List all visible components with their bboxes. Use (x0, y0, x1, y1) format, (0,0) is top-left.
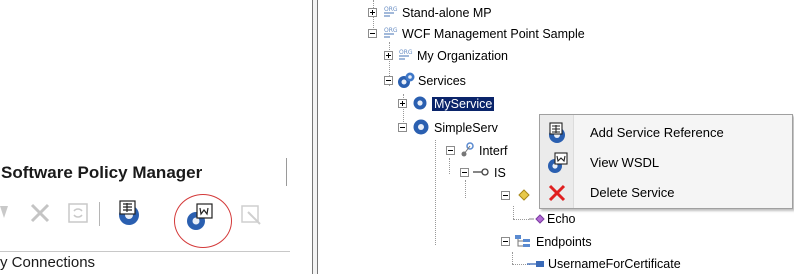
toolbar (0, 190, 300, 240)
tree-node-label[interactable]: Stand-alone MP (402, 6, 492, 20)
tree-node-label[interactable]: Interf (479, 144, 508, 158)
endpoints-icon (514, 233, 532, 252)
collapse-icon[interactable] (398, 123, 407, 132)
panel-divider[interactable] (312, 0, 318, 274)
interface-icon (460, 142, 476, 161)
tree-node-label[interactable]: SimpleServ (434, 121, 498, 135)
disabled-tool-icon[interactable] (236, 200, 266, 230)
view-wsdl-icon (546, 152, 568, 173)
tree-node-label[interactable]: Endpoints (536, 235, 592, 249)
collapse-icon[interactable] (368, 29, 377, 38)
echo-operation-icon (528, 211, 546, 230)
svg-text:ORG: ORG (384, 6, 398, 13)
org-icon: ORG (382, 4, 398, 23)
expand-icon[interactable] (368, 8, 377, 17)
delete-x-icon (546, 182, 566, 202)
toolbar-separator (99, 202, 100, 226)
endpoint-icon (526, 257, 546, 274)
tree-node-label[interactable]: UsernameForCertificate (548, 257, 681, 271)
expand-icon[interactable] (398, 99, 407, 108)
tree-line (435, 140, 436, 245)
expand-icon[interactable] (384, 51, 393, 60)
interface-node-icon (472, 165, 490, 182)
menu-item-label: Delete Service (590, 184, 675, 200)
collapse-icon[interactable] (501, 191, 510, 200)
menu-item-add-service-reference[interactable]: Add Service Reference (540, 117, 792, 147)
context-menu: Add Service Reference View WSDL Delete S… (539, 114, 793, 209)
tree-line (513, 206, 514, 219)
highlight-ellipse (174, 194, 232, 248)
svg-text:ORG: ORG (384, 27, 398, 34)
connections-label: y Connections (0, 254, 96, 271)
menu-item-delete-service[interactable]: Delete Service (540, 177, 792, 207)
org-icon: ORG (397, 47, 413, 66)
add-service-reference-icon[interactable] (112, 196, 146, 230)
tree-node-label[interactable]: Echo (547, 212, 576, 226)
menu-item-label: View WSDL (590, 154, 660, 170)
partial-button-icon[interactable] (0, 198, 14, 228)
service-gear-icon (412, 118, 430, 139)
tree-node-label[interactable]: MyService (430, 96, 496, 112)
menu-item-label: Add Service Reference (590, 124, 724, 140)
title-separator (286, 158, 287, 186)
left-panel: Software Policy Manager y Connections (0, 0, 300, 274)
menu-item-view-wsdl[interactable]: View WSDL (540, 147, 792, 177)
collapse-icon[interactable] (446, 146, 455, 155)
tree-node-label[interactable]: IS (494, 166, 506, 180)
collapse-icon[interactable] (460, 168, 469, 177)
service-gear-icon (412, 95, 428, 114)
add-service-reference-icon (546, 122, 566, 143)
operation-diamond-icon (515, 187, 533, 206)
app-title: Software Policy Manager (1, 163, 203, 182)
tree-line (513, 219, 529, 220)
collapse-icon[interactable] (384, 76, 393, 85)
delete-icon[interactable] (26, 198, 54, 228)
tree-node-label[interactable]: Services (418, 74, 466, 88)
refresh-icon[interactable] (64, 198, 92, 228)
connections-divider (0, 251, 290, 252)
svg-text:ORG: ORG (399, 49, 413, 56)
org-icon: ORG (382, 25, 398, 44)
tree-node-label[interactable]: My Organization (417, 49, 508, 63)
tree-node-label[interactable]: WCF Management Point Sample (402, 27, 585, 41)
services-icon (397, 71, 415, 92)
tree-line (465, 180, 466, 198)
tree-line (449, 158, 450, 174)
tree-line (512, 252, 513, 264)
collapse-icon[interactable] (501, 237, 510, 246)
